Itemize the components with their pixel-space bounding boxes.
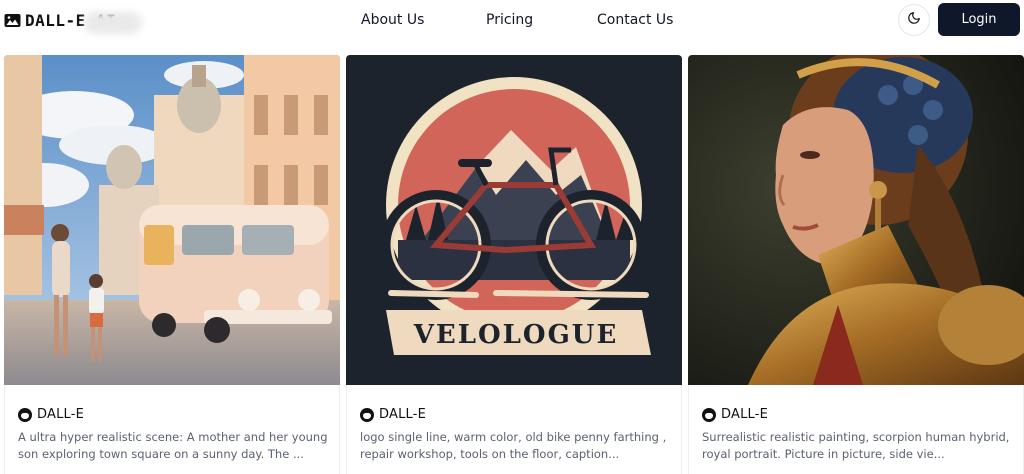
card-body: DALL-E Surrealistic realistic painting, …: [688, 385, 1024, 474]
login-button[interactable]: Login: [938, 3, 1020, 36]
card-body: DALL-E A ultra hyper realistic scene: A …: [4, 385, 340, 474]
card-author[interactable]: DALL-E: [18, 407, 84, 422]
image-card: VELOLOGUE DALL-E logo single line, warm …: [346, 55, 682, 474]
author-avatar: [360, 407, 374, 422]
card-image-town-square[interactable]: [4, 55, 340, 385]
card-description: A ultra hyper realistic scene: A mother …: [18, 430, 328, 461]
logo-blur: [84, 12, 142, 34]
card-description: Surrealistic realistic painting, scorpio…: [702, 430, 1010, 461]
nav-about-us[interactable]: About Us: [361, 12, 424, 28]
card-description: logo single line, warm color, old bike p…: [360, 430, 667, 461]
card-author[interactable]: DALL-E: [702, 407, 768, 422]
logo-icon: [4, 12, 21, 29]
author-name: DALL-E: [37, 407, 85, 422]
velologue-text: VELOLOGUE: [413, 320, 619, 350]
author-avatar: [702, 407, 716, 422]
card-image-velologue[interactable]: VELOLOGUE: [346, 55, 682, 385]
card-body: DALL-E logo single line, warm color, old…: [346, 385, 682, 474]
author-name: DALL-E: [379, 407, 427, 422]
moon-icon: [907, 11, 921, 30]
card-image-portrait[interactable]: [688, 55, 1024, 385]
card-author[interactable]: DALL-E: [360, 407, 426, 422]
nav-contact-us[interactable]: Contact Us: [597, 12, 673, 28]
author-name: DALL-E: [721, 407, 769, 422]
author-avatar: [18, 407, 32, 422]
image-card: DALL-E Surrealistic realistic painting, …: [688, 55, 1024, 474]
image-card: DALL-E A ultra hyper realistic scene: A …: [4, 55, 340, 474]
site-header: DALL-E AI About Us Pricing Contact Us Lo…: [0, 0, 1024, 40]
theme-toggle-button[interactable]: [898, 4, 930, 36]
nav-pricing[interactable]: Pricing: [486, 12, 533, 28]
